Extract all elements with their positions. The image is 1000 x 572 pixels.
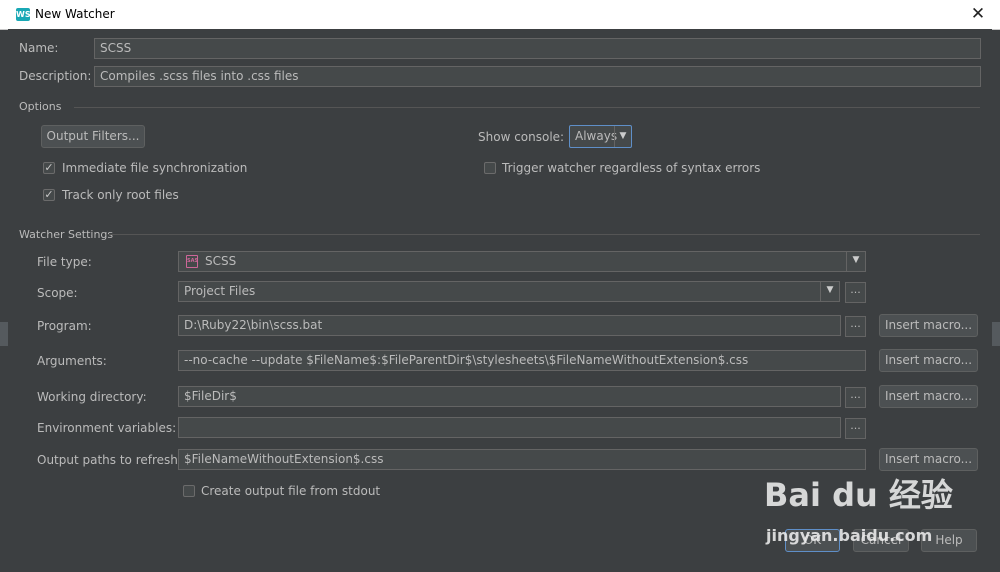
scope-browse-button[interactable]: ...	[845, 282, 866, 303]
title-bar: WS New Watcher ✕	[0, 0, 1000, 30]
immediate-sync-label: Immediate file synchronization	[62, 161, 248, 175]
output-filters-button[interactable]: Output Filters...	[41, 125, 145, 148]
name-input[interactable]: SCSS	[94, 38, 981, 59]
output-paths-label: Output paths to refresh:	[37, 453, 182, 467]
program-browse-button[interactable]: ...	[845, 316, 866, 337]
ok-button[interactable]: OK	[785, 529, 840, 552]
scope-select[interactable]: Project Files ▼	[178, 281, 840, 302]
chevron-down-icon: ▼	[820, 282, 839, 301]
working-directory-input[interactable]: $FileDir$	[178, 386, 841, 407]
options-separator	[74, 107, 980, 108]
chevron-down-icon: ▼	[614, 126, 631, 147]
file-type-value: SCSS	[205, 254, 237, 268]
show-console-label: Show console:	[478, 130, 565, 144]
show-console-select[interactable]: Always ▼	[569, 125, 632, 148]
options-section-title: Options	[19, 100, 62, 113]
output-paths-insert-macro-button[interactable]: Insert macro...	[879, 448, 978, 471]
working-directory-browse-button[interactable]: ...	[845, 387, 866, 408]
file-type-label: File type:	[37, 255, 92, 269]
program-insert-macro-button[interactable]: Insert macro...	[879, 314, 978, 337]
name-label: Name:	[19, 41, 59, 55]
cancel-button[interactable]: Cancel	[853, 529, 909, 552]
show-console-value: Always	[575, 129, 618, 143]
description-input[interactable]: Compiles .scss files into .css files	[94, 66, 981, 87]
description-label: Description:	[19, 69, 92, 83]
webstorm-icon: WS	[16, 8, 31, 21]
help-button[interactable]: Help	[921, 529, 977, 552]
new-watcher-dialog: Name: SCSS Description: Compiles .scss f…	[8, 29, 992, 572]
create-output-checkbox[interactable]	[183, 485, 195, 497]
track-root-checkbox[interactable]: ✓	[43, 189, 55, 201]
watcher-settings-section-title: Watcher Settings	[19, 228, 114, 241]
window-title: New Watcher	[35, 7, 115, 21]
trigger-regardless-checkbox[interactable]	[484, 162, 496, 174]
chevron-down-icon: ▼	[846, 252, 865, 271]
environment-variables-input[interactable]	[178, 417, 841, 438]
scope-label: Scope:	[37, 286, 78, 300]
scope-value: Project Files	[184, 284, 256, 298]
working-directory-insert-macro-button[interactable]: Insert macro...	[879, 385, 978, 408]
background-window-strip-left	[0, 322, 8, 346]
close-icon[interactable]: ✕	[966, 3, 990, 25]
arguments-insert-macro-button[interactable]: Insert macro...	[879, 349, 978, 372]
sass-file-icon: SASS	[186, 255, 198, 268]
file-type-select[interactable]: SASS SCSS ▼	[178, 251, 866, 272]
track-root-label: Track only root files	[62, 188, 179, 202]
background-window-strip-right	[992, 322, 1000, 346]
program-label: Program:	[37, 319, 92, 333]
trigger-regardless-label: Trigger watcher regardless of syntax err…	[502, 161, 761, 175]
create-output-label: Create output file from stdout	[201, 484, 381, 498]
arguments-label: Arguments:	[37, 354, 107, 368]
working-directory-label: Working directory:	[37, 390, 147, 404]
immediate-sync-checkbox[interactable]: ✓	[43, 162, 55, 174]
arguments-input[interactable]: --no-cache --update $FileName$:$FilePare…	[178, 350, 866, 371]
program-input[interactable]: D:\Ruby22\bin\scss.bat	[178, 315, 841, 336]
environment-variables-label: Environment variables:	[37, 421, 177, 435]
watcher-settings-separator	[108, 234, 980, 235]
environment-variables-browse-button[interactable]: ...	[845, 418, 866, 439]
output-paths-input[interactable]: $FileNameWithoutExtension$.css	[178, 449, 866, 470]
